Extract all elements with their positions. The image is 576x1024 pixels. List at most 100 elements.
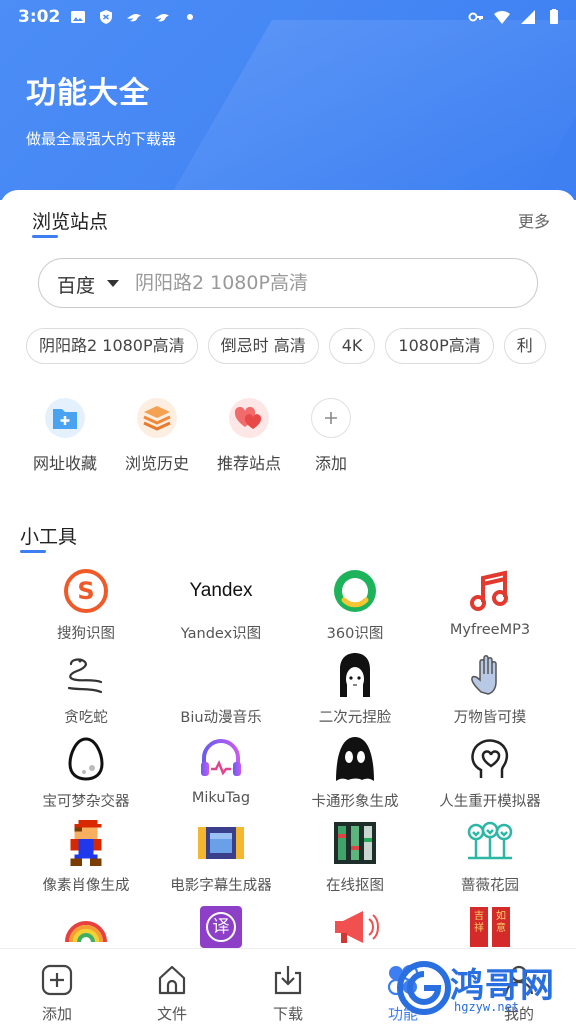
tool-couplet[interactable]: 吉祥 如意 [420,902,560,952]
tool-pokemon-fusion[interactable]: 宝可梦杂交器 [16,734,156,811]
tool-label: 宝可梦杂交器 [42,794,130,810]
tool-360[interactable]: 360识图 [285,566,425,643]
tool-sogou[interactable]: S 搜狗识图 [16,566,156,643]
layers-icon [137,398,177,438]
dot-icon [187,14,193,20]
download-icon [274,966,302,995]
quick-history[interactable]: 浏览历史 [112,398,202,474]
quick-bookmarks[interactable]: 网址收藏 [20,398,110,474]
megaphone-icon [330,902,380,952]
tool-mikutag[interactable]: MikuTag [151,734,291,806]
tool-anime-face[interactable]: 二次元捏脸 [285,650,425,727]
browse-section-title: 浏览站点 [32,207,109,238]
signal-icon [521,10,535,24]
watermark-logo-icon [397,961,451,1015]
hot-search-chips: 阴阳路2 1080P高清 倒忌时 高清 4K 1080P高清利 [26,328,576,366]
tool-label: 像素肖像生成 [42,878,130,894]
egg-icon [61,734,111,784]
wifi-icon [494,11,510,24]
tab-label: 添加 [41,1005,72,1023]
more-link[interactable]: 更多 [518,208,550,232]
tool-label: MyfreeMP3 [449,622,531,638]
pixel-mario-icon [61,818,111,868]
battery-icon [550,9,558,24]
tool-label: Yandex识图 [180,626,262,642]
snake-icon [61,650,111,700]
search-bar[interactable]: 百度 [38,258,538,308]
tool-rainbow[interactable] [16,902,156,952]
key-icon [468,12,483,22]
tool-label: 二次元捏脸 [318,710,392,726]
chevron-down-icon[interactable] [107,280,119,287]
tool-label: 蔷薇花园 [461,878,519,894]
360-icon [330,566,380,616]
tab-download[interactable]: 下载 [253,963,323,1024]
tool-label: 360识图 [326,626,384,642]
tool-biu-music[interactable]: Biu动漫音乐 [151,650,291,727]
tab-label: 下载 [272,1005,303,1023]
home-icon [158,965,186,995]
title-underline [20,550,46,553]
tool-pixel-portrait[interactable]: 像素肖像生成 [16,818,156,895]
svg-text:S: S [77,577,94,605]
quick-add[interactable]: 添加 [286,398,376,474]
header-banner: 3:02 功能大全 做最全最强大的下载器 [0,0,576,200]
tool-label: 贪吃蛇 [64,710,108,726]
tool-myfreemp3[interactable]: MyfreeMP3 [420,566,560,638]
tab-add[interactable]: 添加 [22,963,92,1024]
tool-subtitle-generator[interactable]: 电影字幕生成器 [151,818,291,895]
tool-life-restart[interactable]: 人生重开模拟器 [420,734,560,811]
film-icon [196,818,246,868]
tab-files[interactable]: 文件 [137,963,207,1024]
hand-icon [465,650,515,700]
tool-yandex[interactable]: Yandex Yandex识图 [151,566,291,643]
sogou-icon: S [61,566,111,616]
quick-recommended[interactable]: 推荐站点 [204,398,294,474]
blank-icon [196,650,246,700]
tool-megaphone[interactable] [285,902,425,952]
heart-head-icon [465,734,515,784]
tool-label: 电影字幕生成器 [170,878,272,894]
search-chip[interactable]: 阴阳路2 1080P高清 [26,328,198,364]
search-chip[interactable]: 1080P高清 [385,328,494,364]
search-engine-selector[interactable]: 百度 [57,271,95,298]
bird-icon [155,14,169,22]
quick-label: 添加 [314,454,347,473]
bird-icon [127,14,141,22]
tool-touch-everything[interactable]: 万物皆可摸 [420,650,560,727]
image-icon [71,11,85,23]
tool-cartoon-avatar[interactable]: 卡通形象生成 [285,734,425,811]
yandex-icon: Yandex [189,580,253,601]
browse-title-text: 浏览站点 [32,211,109,233]
shield-icon [100,10,112,24]
page-title: 功能大全 [26,76,150,111]
tools-section-title: 小工具 [20,522,78,553]
tool-label: 万物皆可摸 [453,710,527,726]
search-chip[interactable]: 利 [503,328,546,364]
watermark-url: hgzyw.net [454,1000,520,1014]
headphones-icon [196,734,246,784]
tools-title-text: 小工具 [20,526,78,548]
tool-snake[interactable]: 贪吃蛇 [16,650,156,727]
status-bar: 3:02 [0,0,576,36]
ghost-face-icon [330,734,380,784]
tool-label: 卡通形象生成 [311,794,399,810]
quick-label: 浏览历史 [124,454,189,473]
trees-icon [465,818,515,868]
quick-label: 推荐站点 [216,454,281,473]
tool-label: 在线抠图 [326,878,384,894]
tab-label: 文件 [156,1005,187,1023]
anime-face-icon [330,650,380,700]
tool-label: 人生重开模拟器 [439,794,541,810]
tool-cutout[interactable]: 在线抠图 [285,818,425,895]
rainbow-icon [61,902,111,952]
search-chip[interactable]: 倒忌时 高清 [207,328,319,364]
search-chip[interactable]: 4K [328,328,376,364]
site-watermark: 鸿哥网 hgzyw.net [396,956,568,1020]
tool-rose-garden[interactable]: 蔷薇花园 [420,818,560,895]
title-underline [32,235,58,238]
tool-label: MikuTag [191,790,251,806]
search-input[interactable] [135,269,525,297]
page-subtitle: 做最全最强大的下载器 [26,130,177,148]
tool-translate[interactable]: 译 [151,902,291,952]
